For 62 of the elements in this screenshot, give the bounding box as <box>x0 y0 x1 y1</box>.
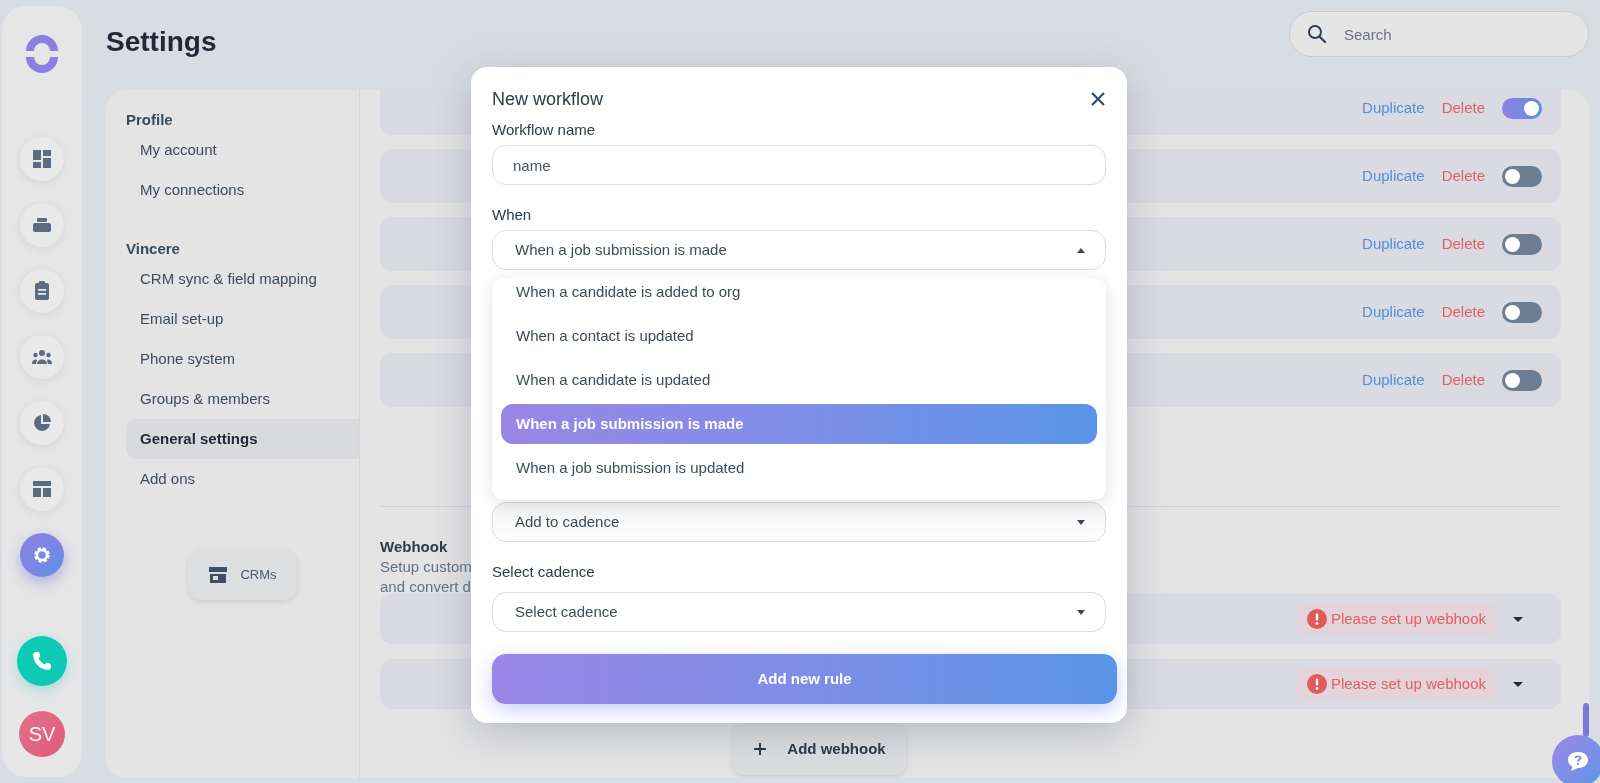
settings-nav-item[interactable]: Email set-up <box>126 299 359 339</box>
nav-rail-button[interactable] <box>20 137 64 181</box>
section-description: and convert d <box>380 577 471 597</box>
dialog-title: New workflow <box>492 87 604 111</box>
pie-chart-icon <box>31 412 53 434</box>
nav-rail-button[interactable] <box>20 203 64 247</box>
caret-down-icon <box>1077 519 1085 525</box>
warning-icon <box>1306 674 1327 694</box>
warning-icon <box>1306 609 1327 629</box>
section-title: Webhook <box>380 537 449 557</box>
toggle-switch[interactable] <box>1502 233 1542 255</box>
field-label: When <box>492 205 533 225</box>
section-description: Setup custom <box>380 557 472 577</box>
scroll-indicator <box>1583 703 1589 737</box>
close-icon <box>1090 91 1106 107</box>
nav-rail-button[interactable] <box>20 533 64 577</box>
dropdown-option[interactable]: When a candidate is updated <box>501 360 1097 400</box>
dropdown-option[interactable]: When a contact is updated <box>501 316 1097 356</box>
search-field[interactable]: Search <box>1289 11 1589 57</box>
nav-rail-button[interactable] <box>20 401 64 445</box>
dashboard-icon <box>31 148 53 170</box>
trigger-dropdown[interactable]: When a job submission is made <box>492 230 1106 270</box>
caret-down-icon <box>1077 609 1085 615</box>
storefront-icon <box>208 566 229 584</box>
plus-icon <box>753 742 768 756</box>
status-badge: Please set up webhook <box>1296 669 1496 699</box>
section-heading: Vincere <box>126 239 181 259</box>
settings-nav-item[interactable]: My account <box>126 130 359 170</box>
help-button[interactable] <box>1552 735 1600 783</box>
settings-icon <box>31 544 53 566</box>
settings-nav-item[interactable]: My connections <box>126 170 359 210</box>
nav-rail-button[interactable] <box>20 269 64 313</box>
dropdown-option[interactable]: When a job submission is updated <box>501 448 1097 488</box>
dropdown-option[interactable]: When a candidate is added to org <box>501 278 1097 312</box>
phone-icon <box>31 650 53 672</box>
toggle-switch[interactable] <box>1502 165 1542 187</box>
layout-icon <box>31 478 53 500</box>
settings-nav-item[interactable]: Add ons <box>126 459 359 499</box>
section-heading: Profile <box>126 110 174 130</box>
action-dropdown[interactable]: Add to cadence <box>492 502 1106 542</box>
settings-nav-item[interactable]: Phone system <box>126 339 359 379</box>
settings-nav-item[interactable]: CRM sync & field mapping <box>126 259 359 299</box>
status-badge: Please set up webhook <box>1296 604 1496 634</box>
toggle-switch[interactable] <box>1502 369 1542 391</box>
toggle-switch[interactable] <box>1502 301 1542 323</box>
toggle-switch[interactable] <box>1502 97 1542 119</box>
nav-rail-button[interactable] <box>20 467 64 511</box>
crms-button[interactable]: CRMs <box>188 550 297 600</box>
field-label: Workflow name <box>492 120 597 140</box>
name-input[interactable]: name <box>492 145 1106 185</box>
search-icon <box>1307 24 1327 44</box>
settings-nav-item[interactable]: General settings <box>126 419 359 459</box>
caret-up-icon <box>1077 247 1085 253</box>
settings-nav-item[interactable]: Groups & members <box>126 379 359 419</box>
caret-down-icon <box>1512 680 1524 688</box>
field-label: Select cadence <box>492 562 596 582</box>
nav-rail-button[interactable] <box>20 335 64 379</box>
cadence-dropdown[interactable]: Select cadence <box>492 592 1106 632</box>
page-title: Settings <box>106 25 217 59</box>
help-chat-icon <box>1566 750 1590 772</box>
add-webhook-button[interactable]: Add webhook <box>733 723 906 775</box>
caret-down-icon <box>1512 615 1524 623</box>
